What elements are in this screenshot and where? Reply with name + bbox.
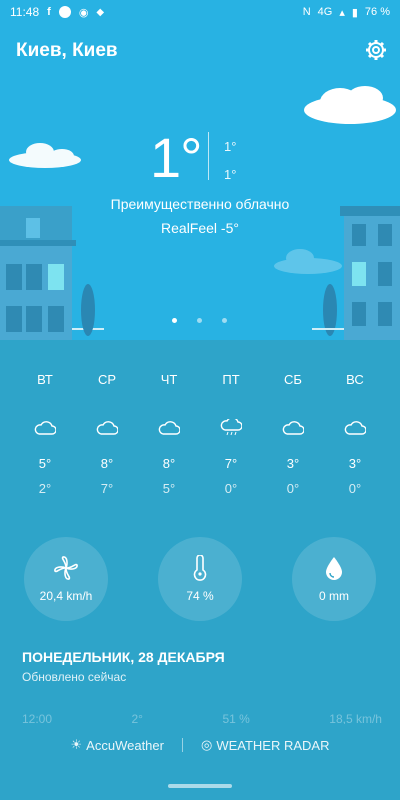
notification-icons: f ◉ ◆	[47, 6, 104, 19]
precipitation-circle[interactable]: 0 mm	[292, 537, 376, 621]
hourly-temp: 2°	[131, 712, 143, 724]
hourly-row-faded: 12:00 2° 51 % 18,5 km/h	[22, 712, 382, 724]
status-time: 11:48	[10, 5, 40, 19]
high-low: 1° 1°	[224, 133, 236, 189]
thermometer-icon	[193, 555, 207, 581]
cloud-decoration-right	[304, 86, 396, 124]
settings-gear-icon[interactable]	[364, 38, 388, 62]
cloud-icon	[324, 410, 386, 446]
nfc-icon: N	[302, 6, 311, 18]
forecast-day[interactable]: СР 8° 7°	[76, 372, 138, 496]
radar-globe-icon: ◎	[200, 737, 213, 752]
day-name: СР	[97, 372, 117, 387]
precipitation-value: 0 mm	[319, 589, 349, 603]
daily-forecast: ВТ 5° 2° СР 8° 7° ЧТ 8° 5° ПТ 7° 0° СБ 3…	[14, 372, 386, 496]
forecast-day[interactable]: ВС 3° 0°	[324, 372, 386, 496]
humidity-circle[interactable]: 74 %	[158, 537, 242, 621]
forecast-day[interactable]: ЧТ 8° 5°	[138, 372, 200, 496]
cloud-icon	[76, 410, 138, 446]
hourly-wind: 18,5 km/h	[329, 712, 382, 724]
day-low: 7°	[100, 481, 114, 496]
realfeel-text: RealFeel -5°	[161, 220, 239, 236]
footer-links: ☀ AccuWeather ◎ WEATHER RADAR	[0, 737, 400, 753]
day-name: ВТ	[37, 372, 53, 387]
day-high: 3°	[286, 456, 300, 471]
battery-icon: ▮	[351, 6, 358, 19]
day-low: 0°	[286, 481, 300, 496]
ghost-icon: ◉	[78, 6, 89, 19]
condition-text: Преимущественно облачно	[110, 196, 290, 212]
sky-panel: 11:48 f ◉ ◆ N 4G ▴ ▮ 76 % Киев, Киев 1° …	[0, 0, 400, 340]
day-low: 0°	[348, 481, 362, 496]
wind-circle[interactable]: 20,4 km/h	[24, 537, 108, 621]
signal-icon: ▴	[339, 6, 345, 19]
cloud-decoration-left	[9, 143, 81, 168]
cloud-rain-icon	[200, 410, 262, 446]
low-temp: 1°	[224, 167, 237, 182]
city-name[interactable]: Киев, Киев	[16, 40, 118, 62]
cloud-faint-right	[274, 249, 342, 274]
network-label: 4G	[317, 6, 333, 18]
day-name: ВС	[346, 372, 364, 387]
hourly-humidity: 51 %	[222, 712, 250, 724]
day-high: 8°	[162, 456, 176, 471]
gesture-nav-bar[interactable]	[168, 784, 232, 788]
accuweather-link[interactable]: ☀ AccuWeather	[71, 737, 164, 753]
day-low: 5°	[162, 481, 176, 496]
page-dot-2[interactable]	[197, 318, 202, 323]
cloud-icon	[138, 410, 200, 446]
day-name: СБ	[284, 372, 302, 387]
lock-icon: ◆	[96, 6, 105, 18]
detail-circles: 20,4 km/h 74 % 0 mm	[24, 537, 376, 621]
circle-notification-icon	[58, 6, 71, 18]
facebook-icon: f	[47, 6, 51, 18]
forecast-day[interactable]: СБ 3° 0°	[262, 372, 324, 496]
wind-fan-icon	[54, 556, 78, 580]
status-right: N 4G ▴ ▮ 76 %	[303, 6, 390, 19]
day-high: 5°	[38, 456, 52, 471]
updated-text: Обновлено сейчас	[22, 670, 127, 684]
day-name: ПТ	[222, 372, 240, 387]
current-temperature: 1°	[150, 126, 203, 189]
temp-divider	[208, 132, 209, 180]
day-low: 2°	[38, 481, 52, 496]
hourly-time: 12:00	[22, 712, 53, 724]
day-name: ЧТ	[160, 372, 178, 387]
forecast-day[interactable]: ВТ 5° 2°	[14, 372, 76, 496]
footer-divider	[181, 738, 183, 752]
weather-radar-link[interactable]: ◎ WEATHER RADAR	[201, 737, 330, 753]
battery-percent: 76 %	[364, 6, 390, 18]
weather-radar-label: WEATHER RADAR	[216, 737, 330, 753]
water-drop-icon	[326, 557, 342, 580]
humidity-value: 74 %	[186, 589, 214, 603]
day-high: 3°	[348, 456, 362, 471]
page-dot-3[interactable]	[222, 318, 227, 323]
cloud-icon	[14, 410, 76, 446]
hourly-date-heading: ПОНЕДЕЛЬНИК, 28 ДЕКАБРЯ	[22, 649, 225, 665]
day-high: 7°	[224, 456, 238, 471]
day-high: 8°	[100, 456, 114, 471]
wind-value: 20,4 km/h	[39, 589, 93, 603]
cloud-icon	[262, 410, 324, 446]
high-temp: 1°	[224, 139, 237, 154]
day-low: 0°	[224, 481, 238, 496]
accuweather-label: AccuWeather	[86, 737, 164, 753]
page-dot-1[interactable]	[172, 318, 177, 323]
status-bar: 11:48 f ◉ ◆ N 4G ▴ ▮ 76 %	[0, 0, 400, 24]
forecast-day[interactable]: ПТ 7° 0°	[200, 372, 262, 496]
accuweather-sun-icon: ☀	[70, 737, 83, 752]
page-indicator[interactable]	[172, 318, 227, 323]
